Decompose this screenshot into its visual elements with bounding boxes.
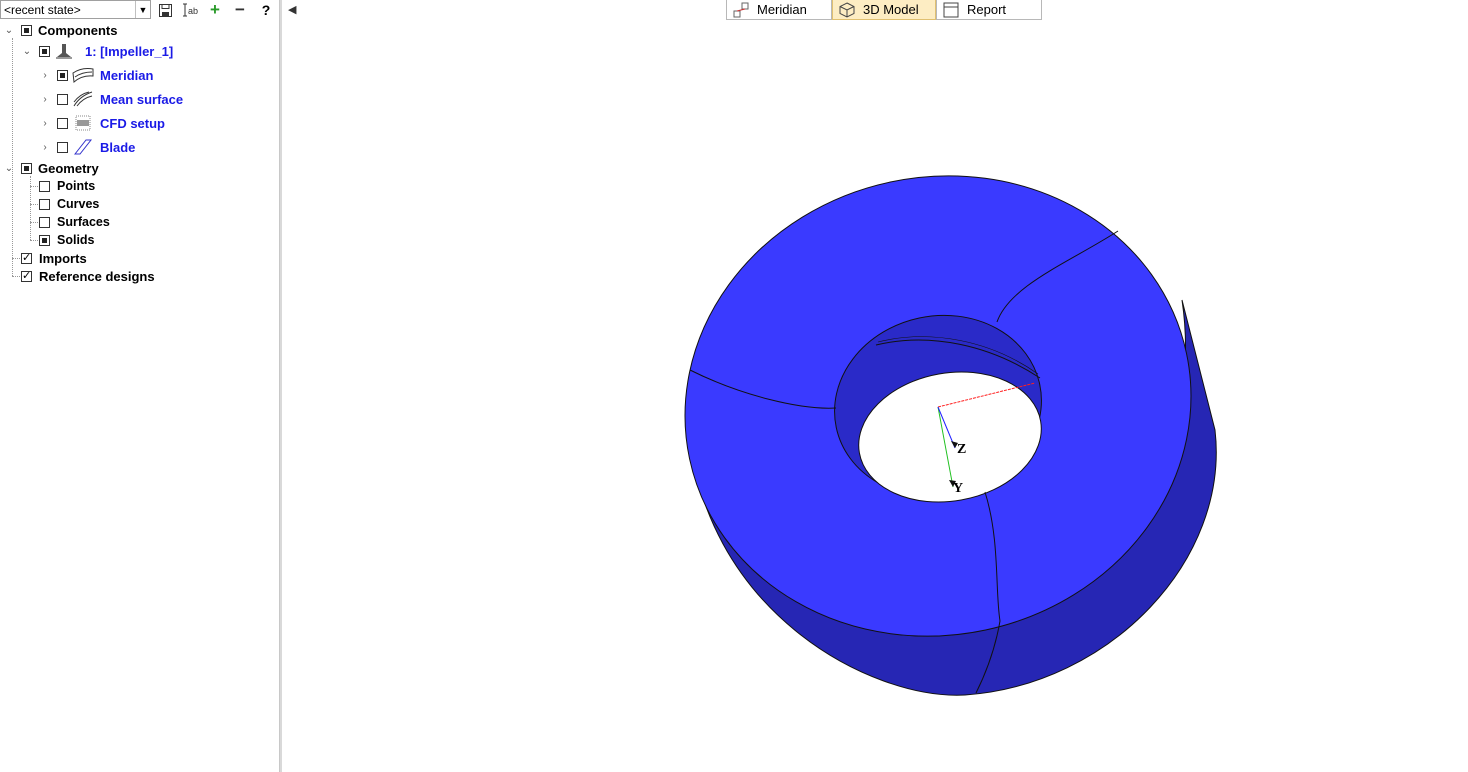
axis-z-label: Z <box>957 442 966 457</box>
blade-checkbox[interactable] <box>57 141 68 153</box>
blade-icon <box>72 139 94 155</box>
chevron-down-icon[interactable]: ▼ <box>135 1 150 18</box>
tree-item-label: Surfaces <box>57 215 110 229</box>
tree-item-components[interactable]: ⌄ Components <box>4 21 118 39</box>
components-checkbox[interactable] <box>21 24 32 36</box>
tree-item-label: Components <box>38 22 118 38</box>
tree-item-impeller[interactable]: ⌄ 1: [Impeller_1] <box>22 42 173 60</box>
tree-item-label: CFD setup <box>100 115 165 131</box>
cfd-setup-icon <box>72 115 94 131</box>
tree-item-label: Curves <box>57 197 100 211</box>
tree-toolbar: <recent state> ▼ ab + − ? <box>0 0 279 20</box>
tree-item-solids[interactable]: Solids <box>39 231 95 249</box>
tree-item-label: Solids <box>57 233 95 247</box>
geometry-checkbox[interactable] <box>21 162 32 174</box>
chevron-down-icon[interactable]: ⌄ <box>22 46 32 57</box>
recent-state-value: <recent state> <box>4 3 81 17</box>
remove-icon[interactable]: − <box>232 0 248 19</box>
main-view: ◀ Meridian 3D Model Report Z Y <box>282 0 1468 772</box>
tree-item-meridian[interactable]: › Meridian <box>40 66 153 84</box>
mean-surface-icon <box>72 91 94 107</box>
tree-item-mean-surface[interactable]: › Mean surface <box>40 90 183 108</box>
impeller-solid-model <box>684 175 1217 696</box>
impeller-icon <box>55 43 73 59</box>
mean-surface-checkbox[interactable] <box>57 93 68 105</box>
tree-item-geometry[interactable]: ⌄ Geometry <box>4 159 99 177</box>
tree-item-label: Reference designs <box>39 268 155 284</box>
chevron-down-icon[interactable]: ⌄ <box>4 163 14 174</box>
imports-checkbox[interactable] <box>21 251 32 264</box>
chevron-right-icon[interactable]: › <box>40 142 50 153</box>
impeller-checkbox[interactable] <box>39 45 50 57</box>
save-icon[interactable] <box>157 2 173 18</box>
chevron-right-icon[interactable]: › <box>40 118 50 129</box>
tree-item-label: Points <box>57 179 96 193</box>
rename-icon[interactable]: ab <box>183 2 199 18</box>
points-checkbox[interactable] <box>39 180 50 192</box>
tree-item-cfd-setup[interactable]: › CFD setup <box>40 114 165 132</box>
axis-y-label: Y <box>953 481 963 496</box>
chevron-right-icon[interactable]: › <box>40 94 50 105</box>
tree-item-points[interactable]: Points <box>39 177 95 195</box>
curves-checkbox[interactable] <box>39 198 50 210</box>
tree-item-imports[interactable]: Imports <box>21 249 87 267</box>
tree-item-label: Blade <box>100 139 136 155</box>
tree-item-label: Imports <box>39 250 87 266</box>
chevron-right-icon[interactable]: › <box>40 70 50 81</box>
svg-text:ab: ab <box>188 6 198 16</box>
tree-item-label: Meridian <box>100 67 154 83</box>
add-icon[interactable]: + <box>207 0 223 19</box>
meridian-icon <box>72 67 94 83</box>
cfd-setup-checkbox[interactable] <box>57 117 68 129</box>
meridian-checkbox[interactable] <box>57 69 68 81</box>
help-icon[interactable]: ? <box>258 2 274 18</box>
tree-item-reference-designs[interactable]: Reference designs <box>21 267 155 285</box>
tree-item-label: Geometry <box>38 160 99 176</box>
component-tree-panel: <recent state> ▼ ab + − ? ⌄ Components ⌄… <box>0 0 279 772</box>
surfaces-checkbox[interactable] <box>39 216 50 228</box>
tree-item-label: 1: [Impeller_1] <box>85 43 174 59</box>
recent-state-combo[interactable]: <recent state> ▼ <box>0 0 151 19</box>
chevron-down-icon[interactable]: ⌄ <box>4 25 14 36</box>
solids-checkbox[interactable] <box>39 234 50 246</box>
reference-designs-checkbox[interactable] <box>21 269 32 282</box>
tree-item-curves[interactable]: Curves <box>39 195 99 213</box>
3d-viewport[interactable]: Z Y <box>282 0 1468 772</box>
tree-item-surfaces[interactable]: Surfaces <box>39 213 110 231</box>
tree-item-blade[interactable]: › Blade <box>40 138 135 156</box>
tree-item-label: Mean surface <box>100 91 184 107</box>
